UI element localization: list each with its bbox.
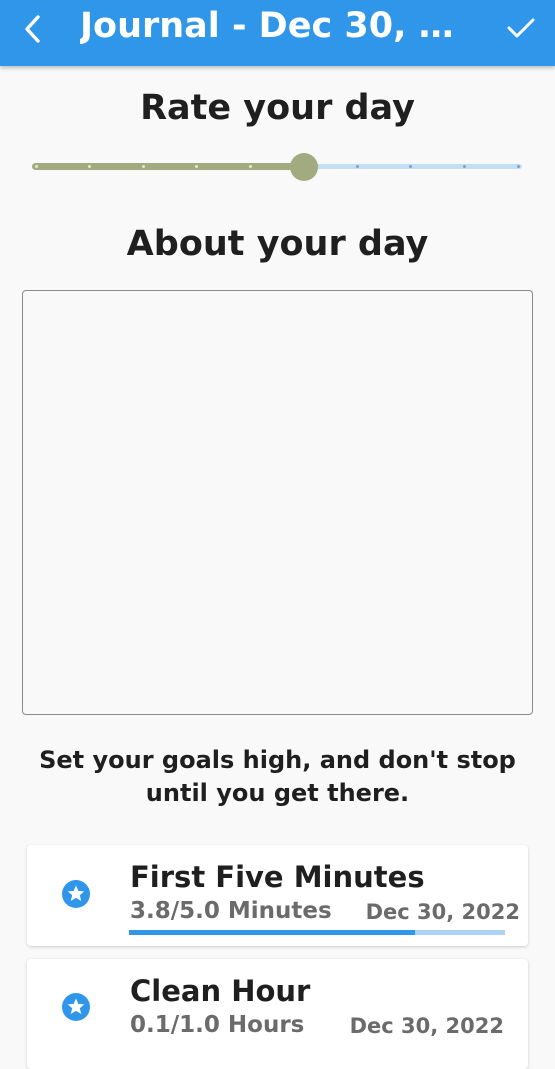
goal-name: First Five Minutes [130,860,425,894]
slider-tick [462,165,466,168]
rate-heading: Rate your day [140,88,415,128]
star-badge-icon [62,880,90,908]
slider-tick [516,165,520,168]
motto-text: Set your goals high, and don't stop unti… [39,746,516,807]
rating-slider[interactable] [32,152,522,182]
slider-tick [248,165,252,168]
goal-card[interactable]: First Five Minutes 3.8/5.0 Minutes Dec 3… [27,845,528,946]
app-bar: Journal - Dec 30, 2022 [0,0,555,66]
goal-progress-text: 0.1/1.0 Hours [130,1012,305,1038]
goal-name: Clean Hour [130,974,311,1008]
save-button[interactable] [503,10,539,46]
day-notes-textarea[interactable] [22,290,533,715]
goal-progress-fill [129,930,415,935]
slider-tick [141,165,145,168]
slider-thumb[interactable] [289,153,318,181]
goal-date: Dec 30, 2022 [349,1014,504,1038]
back-button[interactable] [16,12,50,46]
goal-progress-bar [129,930,505,935]
slider-tick [34,165,38,168]
slider-tick [355,165,359,168]
page-title: Journal - Dec 30, 2022 [80,6,475,46]
goal-progress-text: 3.8/5.0 Minutes [130,898,332,924]
goal-card[interactable]: Clean Hour 0.1/1.0 Hours Dec 30, 2022 [27,959,528,1069]
goal-date: Dec 30, 2022 [365,900,520,924]
slider-track-active [32,163,304,170]
chevron-left-icon [25,15,40,43]
checkmark-icon [507,18,535,38]
star-badge-icon [62,993,90,1021]
about-heading: About your day [126,224,429,264]
